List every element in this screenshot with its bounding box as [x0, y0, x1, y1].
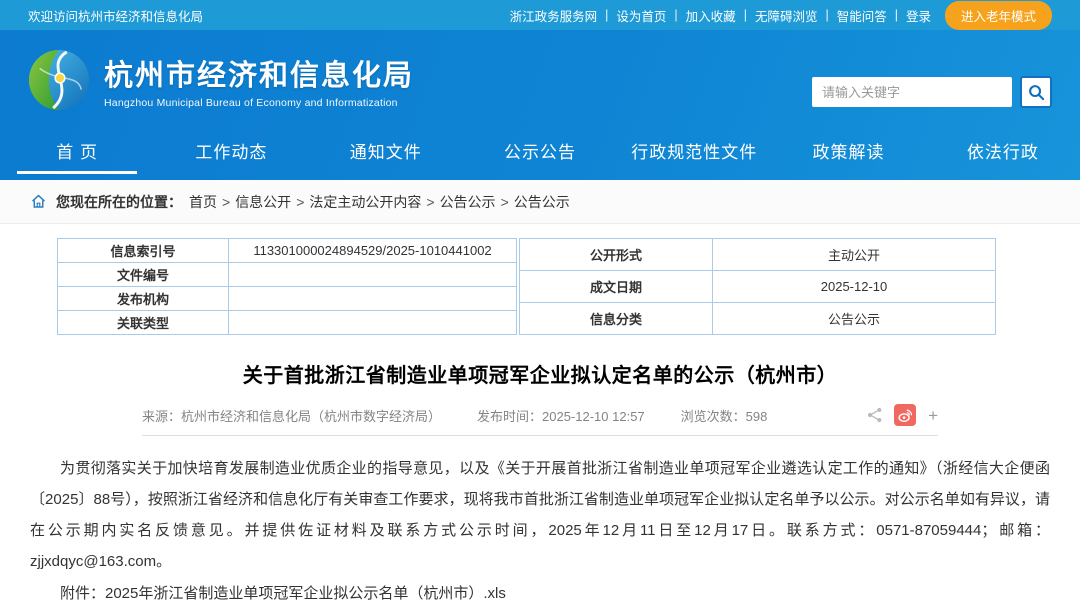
article-paragraph: 为贯彻落实关于加快培育发展制造业优质企业的指导意见，以及《关于开展首批浙江省制造…: [30, 453, 1050, 577]
site-title: 杭州市经济和信息化局: [104, 52, 414, 94]
meta-divider: [142, 435, 938, 436]
link-separator: |: [674, 8, 677, 22]
elder-mode-button[interactable]: 进入老年模式: [945, 1, 1052, 30]
page-title: 关于首批浙江省制造业单项冠军企业拟认定名单的公示（杭州市）: [0, 359, 1080, 388]
site-search: [812, 76, 1052, 108]
nav-law-administration[interactable]: 依法行政: [926, 130, 1080, 180]
info-index-value: 113301000024894529/2025-1010441002: [229, 239, 517, 263]
info-category-value: 公告公示: [713, 303, 996, 335]
info-category-label: 信息分类: [520, 303, 713, 335]
site-title-block: 杭州市经济和信息化局 Hangzhou Municipal Bureau of …: [104, 52, 414, 109]
table-row: 公开形式 主动公开: [520, 239, 996, 271]
breadcrumb-separator: >: [222, 194, 230, 210]
table-row: 文件编号: [58, 263, 517, 287]
nav-home[interactable]: 首 页: [0, 130, 154, 180]
breadcrumb-separator: >: [296, 194, 304, 210]
doc-number-value: [229, 263, 517, 287]
disclosure-form-value: 主动公开: [713, 239, 996, 271]
search-input[interactable]: [812, 77, 1012, 107]
table-row: 成文日期 2025-12-10: [520, 271, 996, 303]
link-add-favorite[interactable]: 加入收藏: [684, 6, 738, 25]
top-utility-bar: 欢迎访问杭州市经济和信息化局 浙江政务服务网 | 设为首页 | 加入收藏 | 无…: [0, 0, 1080, 30]
welcome-text: 欢迎访问杭州市经济和信息化局: [28, 6, 203, 25]
link-separator: |: [895, 8, 898, 22]
search-button[interactable]: [1020, 76, 1052, 108]
breadcrumb: 您现在所在的位置： 首页 > 信息公开 > 法定主动公开内容 > 公告公示 > …: [0, 180, 1080, 224]
issue-date-label: 成文日期: [520, 271, 713, 303]
link-separator: |: [744, 8, 747, 22]
doc-number-label: 文件编号: [58, 263, 229, 287]
more-share-icon[interactable]: +: [928, 407, 938, 424]
article-view-count: 浏览次数：598: [681, 406, 768, 425]
article-meta: 来源：杭州市经济和信息化局（杭州市数字经济局） 发布时间：2025-12-10 …: [142, 404, 938, 426]
link-separator: |: [825, 8, 828, 22]
breadcrumb-announcements[interactable]: 公告公示: [440, 192, 496, 212]
bureau-logo-icon: [28, 49, 90, 111]
link-accessibility[interactable]: 无障碍浏览: [753, 6, 820, 25]
nav-regulatory-docs[interactable]: 行政规范性文件: [617, 130, 771, 180]
breadcrumb-home[interactable]: 首页: [189, 192, 217, 212]
search-icon: [1027, 83, 1046, 102]
nav-announcements[interactable]: 公示公告: [463, 130, 617, 180]
related-type-value: [229, 311, 517, 335]
link-set-homepage[interactable]: 设为首页: [614, 6, 668, 25]
home-icon: [30, 193, 47, 210]
table-row: 发布机构: [58, 287, 517, 311]
info-table-left: 信息索引号 113301000024894529/2025-1010441002…: [57, 238, 517, 335]
article-publish-time: 发布时间：2025-12-10 12:57: [477, 406, 645, 425]
table-row: 信息分类 公告公示: [520, 303, 996, 335]
info-index-label: 信息索引号: [58, 239, 229, 263]
breadcrumb-separator: >: [426, 194, 434, 210]
breadcrumb-statutory-content[interactable]: 法定主动公开内容: [309, 192, 421, 212]
issue-date-value: 2025-12-10: [713, 271, 996, 303]
table-row: 信息索引号 113301000024894529/2025-1010441002: [58, 239, 517, 263]
document-info-tables: 信息索引号 113301000024894529/2025-1010441002…: [57, 238, 997, 335]
share-tools: +: [866, 404, 938, 426]
breadcrumb-separator: >: [501, 194, 509, 210]
info-table-right: 公开形式 主动公开 成文日期 2025-12-10 信息分类 公告公示: [519, 238, 996, 335]
nav-work-news[interactable]: 工作动态: [154, 130, 308, 180]
attachment-link[interactable]: 附件：2025年浙江省制造业单项冠军企业拟公示名单（杭州市）.xls: [60, 585, 506, 602]
disclosure-form-label: 公开形式: [520, 239, 713, 271]
top-links: 浙江政务服务网 | 设为首页 | 加入收藏 | 无障碍浏览 | 智能问答 | 登…: [508, 1, 1052, 30]
main-nav: 首 页 工作动态 通知文件 公示公告 行政规范性文件 政策解读 依法行政: [0, 130, 1080, 180]
link-smart-qa[interactable]: 智能问答: [835, 6, 889, 25]
breadcrumb-info-disclosure[interactable]: 信息公开: [235, 192, 291, 212]
link-separator: |: [605, 8, 608, 22]
nav-notices[interactable]: 通知文件: [309, 130, 463, 180]
related-type-label: 关联类型: [58, 311, 229, 335]
article-source: 来源：杭州市经济和信息化局（杭州市数字经济局）: [142, 406, 441, 425]
breadcrumb-prefix: 您现在所在的位置：: [56, 192, 182, 212]
issuing-agency-label: 发布机构: [58, 287, 229, 311]
breadcrumb-current[interactable]: 公告公示: [514, 192, 570, 212]
attachment-line: 附件：2025年浙江省制造业单项冠军企业拟公示名单（杭州市）.xls: [0, 578, 1080, 609]
nav-policy-interpretation[interactable]: 政策解读: [771, 130, 925, 180]
site-subtitle: Hangzhou Municipal Bureau of Economy and…: [104, 97, 414, 109]
site-header: 杭州市经济和信息化局 Hangzhou Municipal Bureau of …: [0, 30, 1080, 130]
link-zhejiang-gov[interactable]: 浙江政务服务网: [508, 6, 600, 25]
site-banner: 杭州市经济和信息化局 Hangzhou Municipal Bureau of …: [0, 30, 1080, 180]
article-body: 为贯彻落实关于加快培育发展制造业优质企业的指导意见，以及《关于开展首批浙江省制造…: [0, 453, 1080, 577]
link-login[interactable]: 登录: [904, 6, 933, 25]
weibo-share-icon[interactable]: [894, 404, 916, 426]
table-row: 关联类型: [58, 311, 517, 335]
issuing-agency-value: [229, 287, 517, 311]
share-icon[interactable]: [866, 406, 884, 424]
